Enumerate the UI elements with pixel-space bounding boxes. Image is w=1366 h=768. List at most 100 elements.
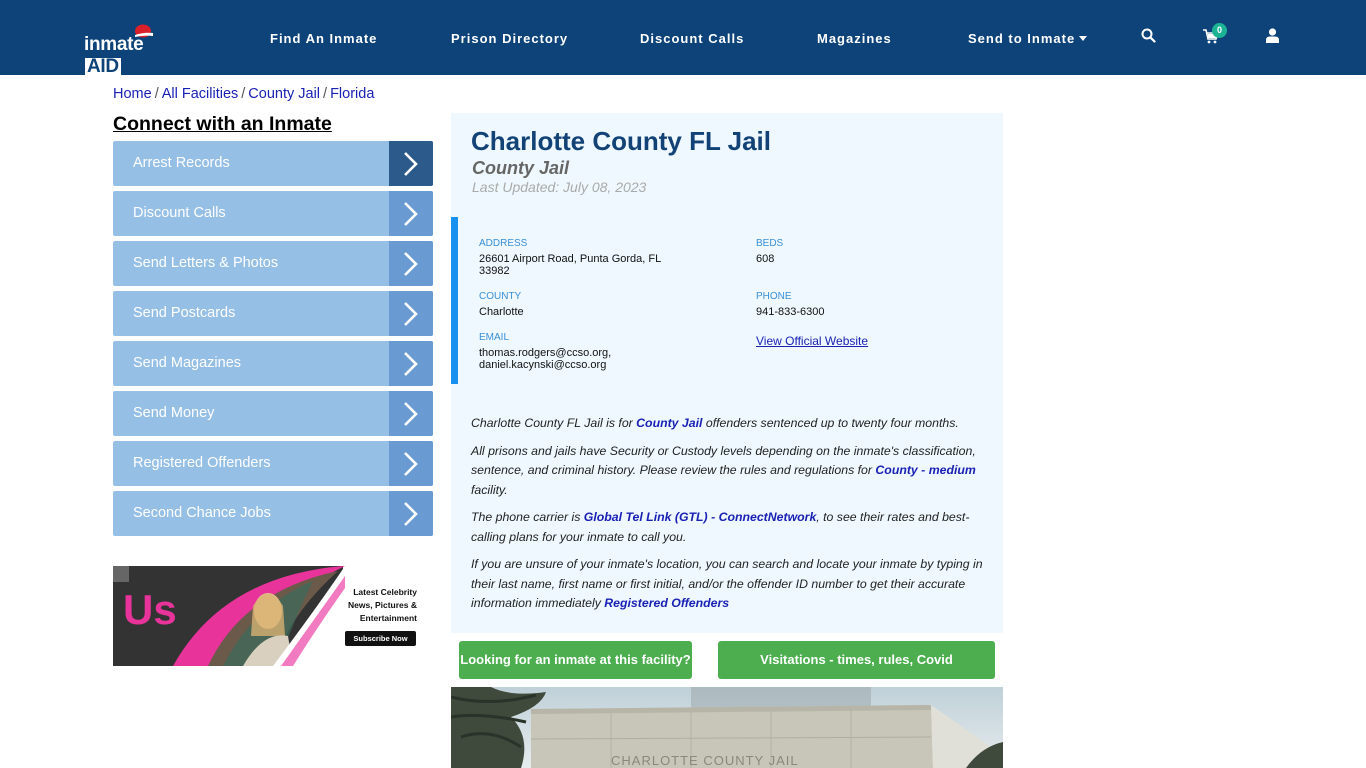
description-paragraph: If you are unsure of your inmate's locat…	[471, 555, 996, 614]
phone-field: PHONE 941-833-6300	[756, 291, 825, 318]
description-paragraph: Charlotte County FL Jail is for County J…	[471, 414, 996, 434]
nav-find-an-inmate[interactable]: Find An Inmate	[270, 31, 377, 46]
last-updated: Last Updated: July 08, 2023	[472, 179, 647, 195]
email-value: daniel.kacynski@ccso.org	[479, 359, 607, 371]
ad-subscribe-button[interactable]: Subscribe Now	[345, 631, 416, 646]
caret-down-icon	[1079, 36, 1088, 41]
sidebar-item-second-chance-jobs[interactable]: Second Chance Jobs	[113, 491, 433, 536]
chevron-right-icon	[389, 191, 433, 236]
address-field: ADDRESS 26601 Airport Road, Punta Gorda,…	[479, 238, 679, 277]
chevron-right-icon	[389, 241, 433, 286]
description-paragraph: The phone carrier is Global Tel Link (GT…	[471, 508, 996, 547]
breadcrumb-separator: /	[154, 86, 159, 102]
facility-description: Charlotte County FL Jail is for County J…	[471, 414, 996, 622]
search-icon[interactable]	[1141, 28, 1156, 43]
us-weekly-ad-banner[interactable]: Us Latest Celebrity News, Pictures & Ent…	[113, 566, 433, 666]
facility-title: Charlotte County FL Jail	[471, 126, 771, 156]
sidebar-item-arrest-records[interactable]: Arrest Records	[113, 141, 433, 186]
nav-label: Find An Inmate	[270, 31, 378, 46]
ad-headline-line: News, Pictures &	[348, 600, 417, 610]
cart-count-badge: 0	[1212, 23, 1227, 38]
breadcrumb-florida[interactable]: Florida	[330, 86, 374, 102]
inmateaid-logo[interactable]: inmateAID	[84, 24, 180, 76]
county-value: Charlotte	[479, 306, 524, 318]
breadcrumb: Home / All Facilities / County Jail / Florida	[113, 86, 374, 102]
official-website-link[interactable]: View Official Website	[756, 334, 868, 348]
ad-headline: Latest Celebrity News, Pictures & Entert…	[348, 586, 417, 625]
chevron-right-icon	[389, 491, 433, 536]
facility-photo: CHARLOTTE COUNTY JAIL	[451, 687, 1003, 768]
sidebar-item-label: Arrest Records	[133, 155, 230, 171]
sidebar-item-discount-calls[interactable]: Discount Calls	[113, 191, 433, 236]
phone-label: PHONE	[756, 291, 792, 302]
sidebar-item-label: Send Letters & Photos	[133, 255, 279, 271]
visitations-button[interactable]: Visitations - times, rules, Covid cancel…	[718, 641, 995, 705]
ad-headline-line: Latest Celebrity	[353, 587, 417, 597]
text: The phone carrier is	[471, 510, 584, 524]
sidebar-menu: Arrest Records Discount Calls Send Lette…	[113, 141, 433, 541]
county-field: COUNTY Charlotte	[479, 291, 524, 318]
email-label: EMAIL	[479, 332, 510, 343]
ad-brand: Us	[123, 586, 177, 633]
breadcrumb-separator: /	[241, 86, 246, 102]
nav-send-to-inmate[interactable]: Send to Inmate	[968, 31, 1088, 46]
chevron-right-icon	[389, 141, 433, 186]
text: Charlotte County FL Jail is for	[471, 416, 637, 430]
logo-text: inmate	[84, 34, 144, 55]
chevron-right-icon	[389, 291, 433, 336]
county-jail-link[interactable]: County Jail	[636, 416, 702, 430]
jail-sign-text: CHARLOTTE COUNTY JAIL	[611, 753, 799, 768]
facility-info-box: ADDRESS 26601 Airport Road, Punta Gorda,…	[451, 217, 1003, 384]
nav-magazines[interactable]: Magazines	[817, 31, 892, 46]
sidebar-item-registered-offenders[interactable]: Registered Offenders	[113, 441, 433, 486]
sidebar-item-send-money[interactable]: Send Money	[113, 391, 433, 436]
address-value: 26601 Airport Road, Punta Gorda, FL	[479, 253, 662, 265]
chevron-right-icon	[389, 441, 433, 486]
breadcrumb-separator: /	[323, 86, 328, 102]
security-level-link[interactable]: County - medium	[875, 463, 975, 477]
text: offenders sentenced up to twenty four mo…	[702, 416, 959, 430]
chevron-right-icon	[389, 391, 433, 436]
phone-carrier-link[interactable]: Global Tel Link (GTL) - ConnectNetwork	[584, 510, 817, 524]
nav-label: Discount Calls	[640, 31, 745, 46]
sidebar-item-label: Send Postcards	[133, 305, 236, 321]
county-label: COUNTY	[479, 291, 522, 302]
sidebar-item-send-magazines[interactable]: Send Magazines	[113, 341, 433, 386]
beds-field: BEDS 608	[756, 238, 783, 265]
description-paragraph: All prisons and jails have Security or C…	[471, 442, 996, 501]
email-field: EMAIL thomas.rodgers@ccso.org, daniel.ka…	[479, 332, 611, 371]
email-value: thomas.rodgers@ccso.org,	[479, 347, 612, 359]
address-zip: 33982	[479, 265, 510, 277]
website-field: View Official Website	[756, 335, 868, 348]
beds-value: 608	[756, 253, 775, 265]
sidebar-item-label: Send Magazines	[133, 355, 242, 371]
sidebar-item-label: Second Chance Jobs	[133, 505, 271, 521]
nav-label: Magazines	[817, 31, 892, 46]
ad-headline-line: Entertainment	[359, 613, 417, 623]
sidebar-item-send-letters-photos[interactable]: Send Letters & Photos	[113, 241, 433, 286]
find-inmate-button[interactable]: Looking for an inmate at this facility?	[459, 641, 692, 679]
nav-prison-directory[interactable]: Prison Directory	[451, 31, 568, 46]
breadcrumb-home[interactable]: Home	[113, 86, 152, 102]
phone-value: 941-833-6300	[756, 306, 825, 318]
sidebar-item-label: Discount Calls	[133, 205, 226, 221]
beds-label: BEDS	[756, 238, 784, 249]
address-label: ADDRESS	[479, 238, 528, 249]
sidebar-item-send-postcards[interactable]: Send Postcards	[113, 291, 433, 336]
facility-panel: Charlotte County FL Jail County Jail Las…	[451, 113, 1003, 633]
nav-discount-calls[interactable]: Discount Calls	[640, 31, 744, 46]
jail-building-image: CHARLOTTE COUNTY JAIL	[451, 687, 1003, 768]
breadcrumb-county-jail[interactable]: County Jail	[248, 86, 320, 102]
registered-offenders-link[interactable]: Registered Offenders	[604, 596, 729, 610]
nav-label: Prison Directory	[451, 31, 569, 46]
facility-type: County Jail	[472, 158, 570, 178]
nav-label: Send to Inmate	[968, 31, 1076, 46]
top-navbar: inmateAID Find An Inmate Prison Director…	[0, 0, 1366, 76]
sidebar-title: Connect with an Inmate	[113, 113, 332, 135]
user-icon[interactable]	[1266, 28, 1279, 43]
chevron-right-icon	[389, 341, 433, 386]
logo-accent: AID	[85, 56, 121, 77]
sidebar-item-label: Registered Offenders	[133, 455, 271, 471]
breadcrumb-all-facilities[interactable]: All Facilities	[162, 86, 239, 102]
sidebar-item-label: Send Money	[133, 405, 215, 421]
